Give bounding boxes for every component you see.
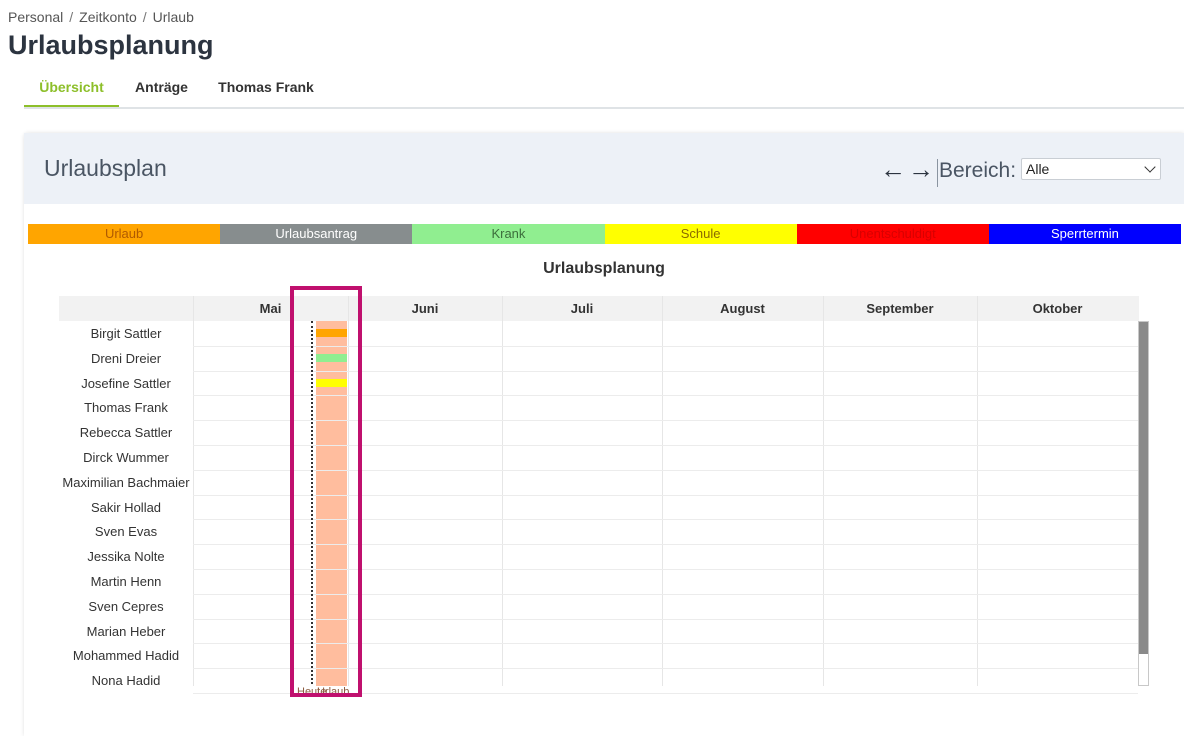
employee-name[interactable]: Birgit Sattler [59, 321, 193, 346]
arrow-left-icon[interactable]: ← [880, 156, 906, 182]
month-label: August [720, 301, 765, 316]
month-label: September [866, 301, 934, 316]
employee-name[interactable]: Nona Hadid [59, 668, 193, 693]
tab-antraege[interactable]: Anträge [124, 70, 199, 105]
breadcrumb-separator: / [69, 9, 74, 25]
legend-item-schule: Schule [604, 224, 797, 244]
arrow-right-icon[interactable]: → [908, 156, 934, 182]
employee-name[interactable]: Jessika Nolte [59, 544, 193, 569]
legend-item-krank: Krank [412, 224, 605, 244]
breadcrumb-item-urlaub[interactable]: Urlaub [153, 9, 194, 25]
card-title: Urlaubsplan [44, 155, 167, 181]
month-label: Oktober [1032, 301, 1083, 316]
scrollbar-thumb[interactable] [1139, 322, 1148, 654]
month-gridline [193, 296, 194, 686]
tab-bar: Übersicht Anträge Thomas Frank [24, 70, 1184, 109]
employee-name[interactable]: Martin Henn [59, 569, 193, 594]
page-title: Urlaubsplanung [8, 30, 214, 60]
bereich-select-value: Alle [1026, 161, 1050, 177]
employee-name[interactable]: Josefine Sattler [59, 371, 193, 396]
month-label: Juni [411, 301, 439, 316]
legend-item-urlaub: Urlaub [28, 224, 221, 244]
month-label: Juli [570, 301, 594, 316]
legend-item-sperrtermin: Sperrtermin [988, 224, 1182, 244]
urlaubsplan-card: Urlaubsplan ← → Bereich: Alle Urlaub Urla… [24, 133, 1184, 736]
bereich-select[interactable]: Alle [1021, 158, 1161, 180]
month-gridline [662, 296, 663, 686]
month-gridline [977, 296, 978, 686]
card-header: Urlaubsplan ← → Bereich: Alle [24, 133, 1184, 204]
tab-uebersicht[interactable]: Übersicht [24, 70, 119, 107]
vertical-scrollbar[interactable] [1138, 321, 1149, 686]
month-gridline [823, 296, 824, 686]
employee-name[interactable]: Dirck Wummer [59, 445, 193, 470]
legend-item-unentschuldigt: Unentschuldigt [796, 224, 989, 244]
chart-title: Urlaubsplanung [543, 260, 665, 277]
employee-name[interactable]: Maximilian Bachmaier [59, 470, 193, 495]
employee-name[interactable]: Dreni Dreier [59, 346, 193, 371]
chevron-down-icon [1144, 161, 1156, 173]
highlight-box [290, 286, 362, 697]
employee-name[interactable]: Thomas Frank [59, 395, 193, 420]
employee-name[interactable]: Sakir Hollad [59, 495, 193, 520]
legend: Urlaub Urlaubsantrag Krank Schule Unentschul… [28, 224, 1182, 244]
divider [937, 159, 938, 187]
employee-name[interactable]: Sven Evas [59, 519, 193, 544]
employee-name[interactable]: Marian Heber [59, 619, 193, 644]
tab-thomas-frank[interactable]: Thomas Frank [210, 70, 322, 105]
legend-item-urlaubsantrag: Urlaubsantrag [220, 224, 413, 244]
breadcrumb-separator: / [142, 9, 147, 25]
breadcrumb-item-zeitkonto[interactable]: Zeitkonto [79, 9, 137, 25]
gantt-chart: Mai Juni Juli August September Oktober Birgit … [59, 296, 1149, 698]
employee-name[interactable]: Mohammed Hadid [59, 643, 193, 668]
employee-name[interactable]: Sven Cepres [59, 594, 193, 619]
employee-name[interactable]: Rebecca Sattler [59, 420, 193, 445]
month-gridline [502, 296, 503, 686]
bereich-label: Bereich: [939, 159, 1017, 182]
breadcrumb-item-personal[interactable]: Personal [8, 9, 63, 25]
breadcrumb: Personal / Zeitkonto / Urlaub [8, 9, 194, 25]
